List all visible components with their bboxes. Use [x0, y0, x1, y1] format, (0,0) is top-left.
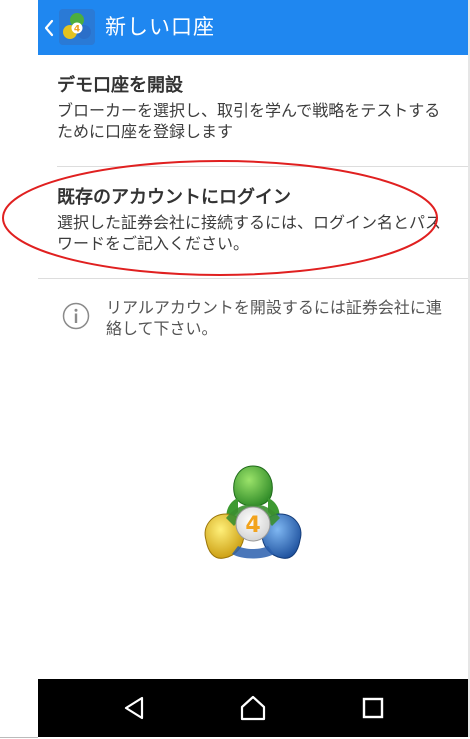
menu-item-login-existing-account[interactable]: 既存のアカウントにログイン 選択した証券会社に接続するには、ログイン名とパスワー…: [57, 186, 452, 254]
divider: [0, 737, 38, 738]
menu-item-description: ブローカーを選択し、取引を学んで戦略をテストするために口座を登録します: [57, 101, 441, 141]
info-icon: [62, 302, 90, 330]
info-text: リアルアカウントを開設するには証券会社に連絡して下さい。: [106, 298, 442, 338]
home-icon[interactable]: [238, 693, 268, 723]
app-logo-icon[interactable]: 4: [59, 9, 95, 45]
divider: [57, 166, 468, 167]
page-title: 新しい口座: [105, 15, 215, 39]
menu-item-description: 選択した証券会社に接続するには、ログイン名とパスワードをご記入ください。: [57, 213, 442, 253]
menu-item-open-demo-account[interactable]: デモ口座を開設 ブローカーを選択し、取引を学んで戦略をテストするために口座を登録…: [57, 74, 452, 142]
app-bar: 4 新しい口座: [38, 0, 468, 55]
navigation-bar: [38, 679, 468, 737]
back-icon[interactable]: [120, 693, 150, 723]
logo-numeral: 4: [245, 513, 260, 538]
back-chevron-icon[interactable]: [42, 17, 56, 39]
metatrader4-logo: 4: [204, 465, 302, 559]
recents-icon[interactable]: [358, 693, 388, 723]
menu-item-title: 既存のアカウントにログイン: [57, 187, 291, 208]
svg-text:4: 4: [74, 25, 80, 35]
screen: 4 新しい口座 デモ口座を開設 ブローカーを選択し、取引を学んで戦略をテストする…: [0, 0, 470, 738]
menu-item-title: デモ口座を開設: [57, 75, 183, 96]
divider: [38, 278, 468, 279]
